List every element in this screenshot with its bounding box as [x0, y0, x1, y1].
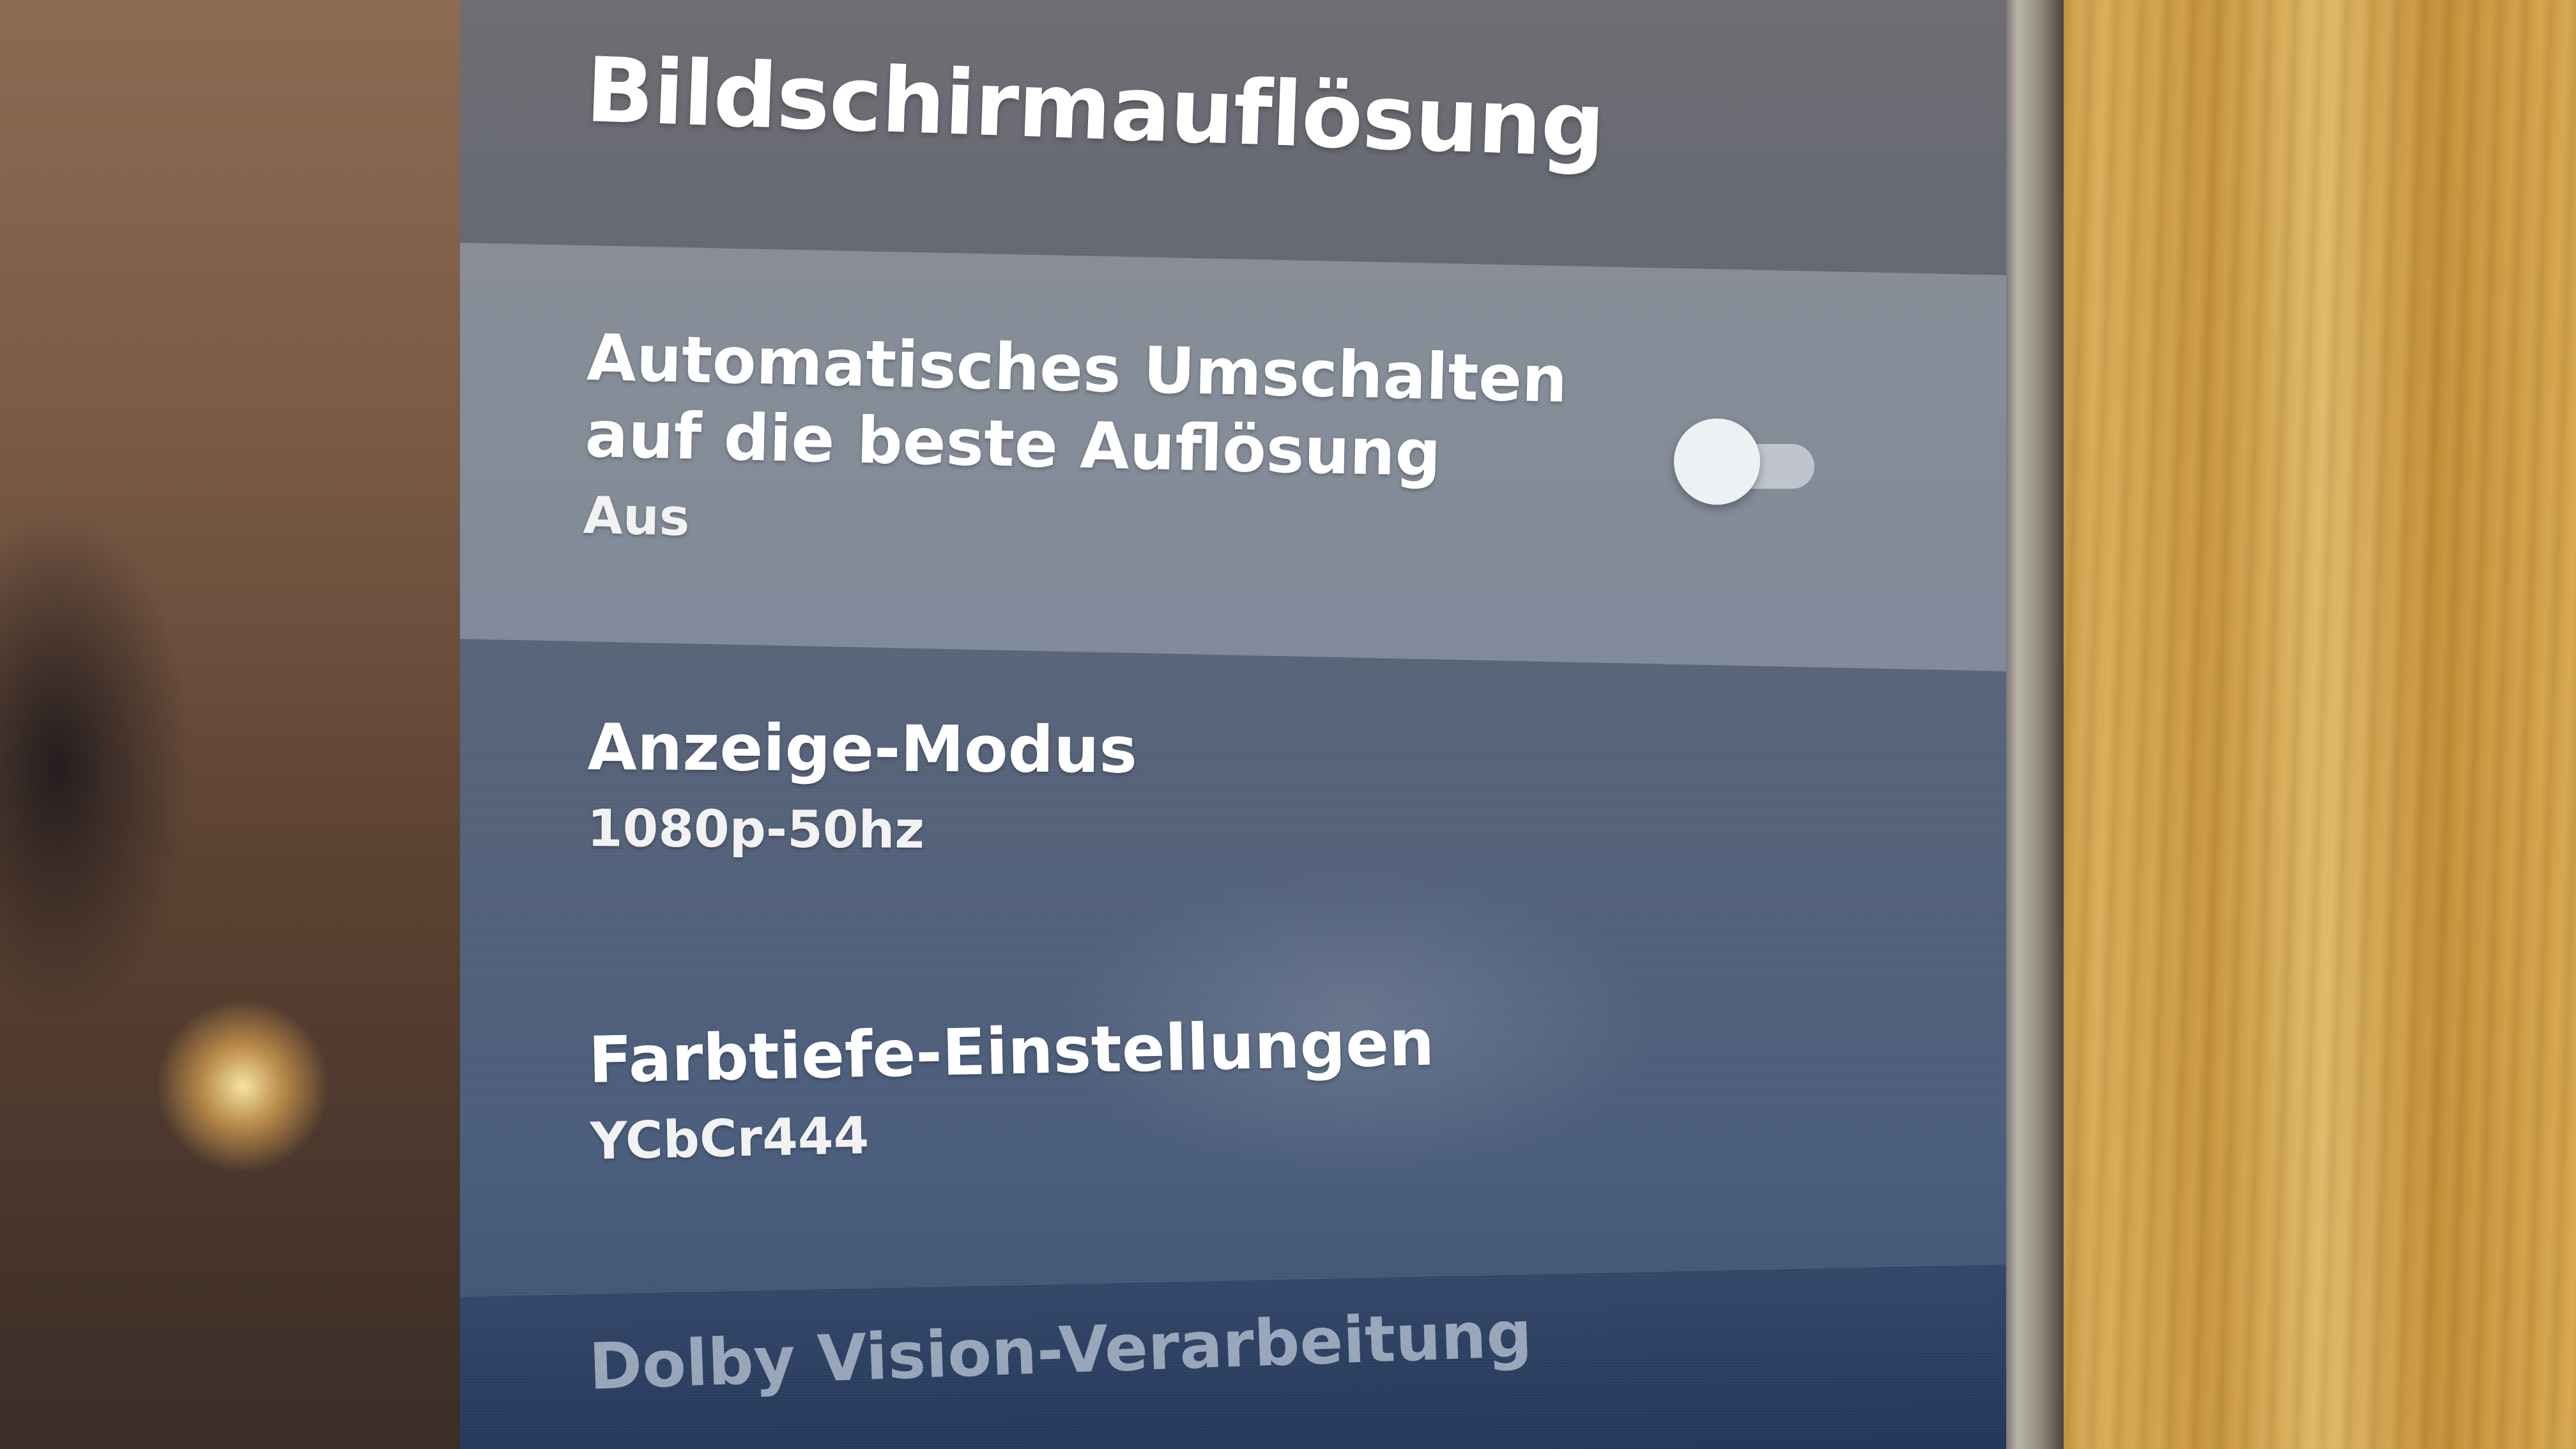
room-reflection: [0, 0, 486, 1449]
setting-color-depth-value: YCbCr444: [589, 1105, 870, 1171]
photo-scene: Bildschirmauflösung Automatisches Umscha…: [0, 0, 2576, 1449]
tv-screen: Bildschirmauflösung Automatisches Umscha…: [460, 0, 2006, 1449]
setting-display-mode-label: Anzeige-Modus: [587, 710, 1138, 788]
page-title: Bildschirmauflösung: [584, 38, 1606, 178]
setting-color-depth-label: Farbtiefe-Einstellungen: [588, 1005, 1436, 1098]
setting-auto-resolution-label: Automatisches Umschalten auf die beste A…: [584, 319, 1568, 491]
curtain-background: [2014, 0, 2576, 1449]
setting-auto-resolution[interactable]: Automatisches Umschalten auf die beste A…: [583, 319, 1610, 568]
setting-color-depth[interactable]: Farbtiefe-Einstellungen YCbCr444: [588, 1004, 1437, 1171]
auto-resolution-toggle[interactable]: [1674, 418, 1814, 508]
toggle-knob: [1674, 418, 1760, 505]
setting-display-mode-value: 1080p-50hz: [586, 798, 925, 860]
setting-display-mode[interactable]: Anzeige-Modus 1080p-50hz: [587, 709, 1138, 861]
